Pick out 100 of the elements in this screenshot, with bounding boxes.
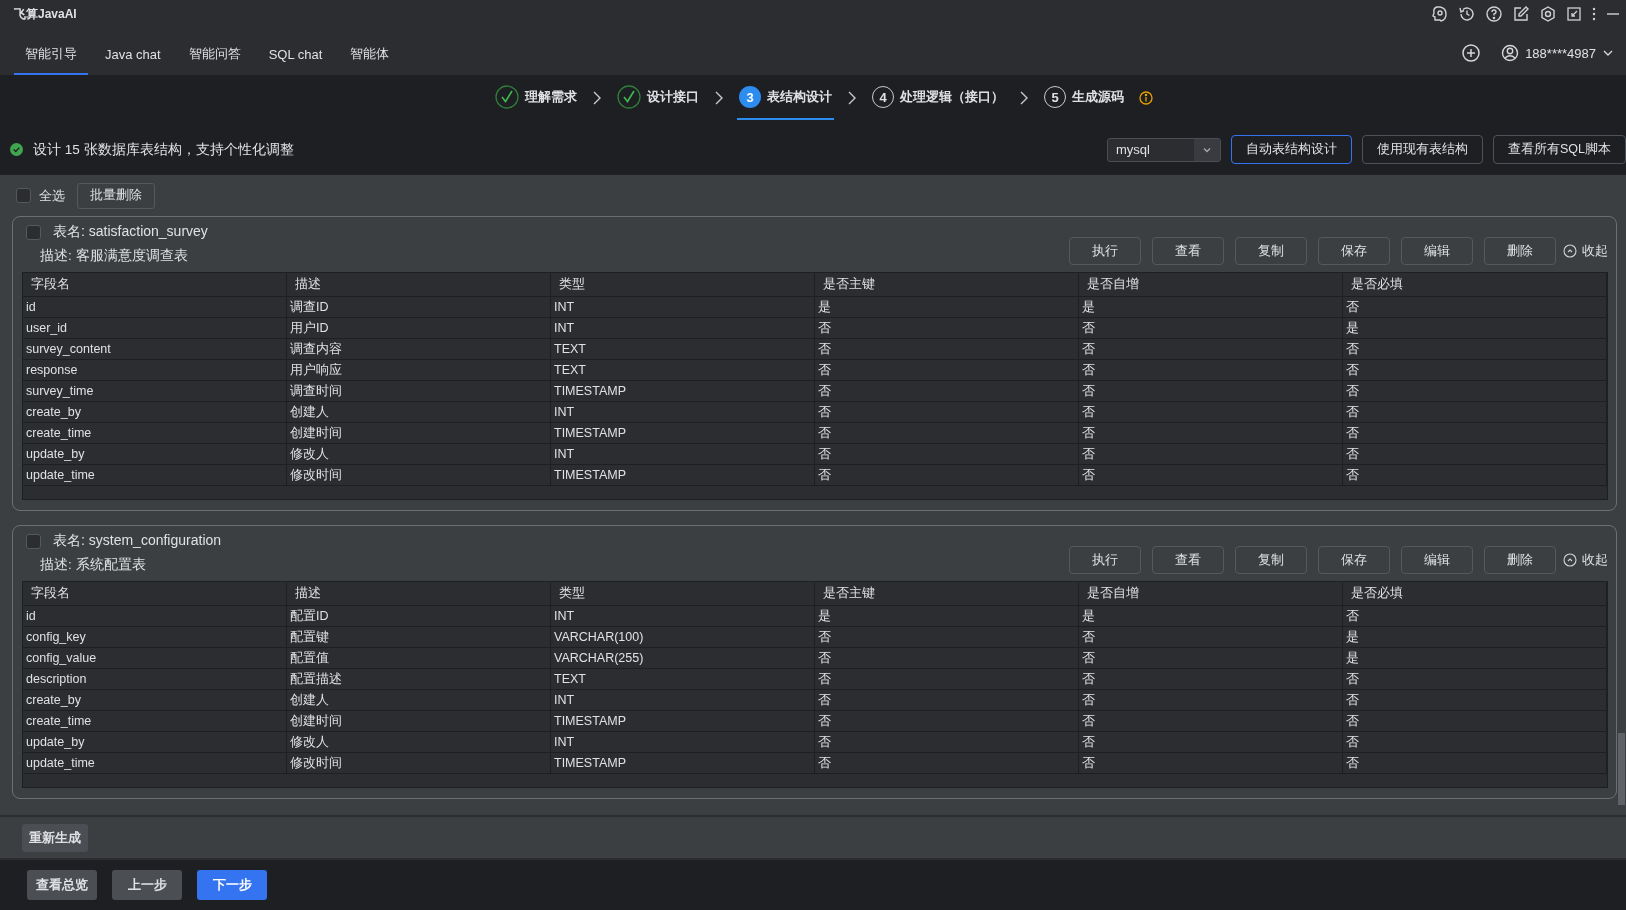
footer-button[interactable]: 上一步 <box>112 870 182 900</box>
batch-delete-button[interactable]: 批量删除 <box>77 182 155 209</box>
action-button[interactable]: 执行 <box>1069 546 1141 574</box>
action-button[interactable]: 复制 <box>1235 237 1307 265</box>
checkbox[interactable] <box>26 224 41 240</box>
table-cell: INT <box>551 297 815 317</box>
table-cell: TEXT <box>551 360 815 380</box>
table-cell: 否 <box>1079 318 1343 338</box>
history-icon[interactable] <box>1458 5 1476 23</box>
table-cell: config_key <box>23 627 287 647</box>
action-button[interactable]: 执行 <box>1069 237 1141 265</box>
action-button[interactable]: 自动表结构设计 <box>1231 135 1352 164</box>
column-header: 描述 <box>287 582 551 605</box>
table-cell: 配置值 <box>287 648 551 668</box>
add-icon[interactable] <box>1461 43 1482 63</box>
footer-button[interactable]: 查看总览 <box>27 870 97 900</box>
table-cell: 否 <box>1343 606 1607 626</box>
table-cell: 否 <box>1079 648 1343 668</box>
chevron-right-icon <box>847 90 857 106</box>
nav-tab[interactable]: 智能体 <box>339 45 401 75</box>
action-button[interactable]: 编辑 <box>1401 546 1473 574</box>
column-header: 类型 <box>551 582 815 605</box>
table-cell: 调查时间 <box>287 381 551 401</box>
table-cell: 否 <box>1343 732 1607 752</box>
table-cell: TIMESTAMP <box>551 711 815 731</box>
table-cell: 否 <box>815 648 1079 668</box>
table-cell: 否 <box>1079 339 1343 359</box>
table-cell: 否 <box>1343 690 1607 710</box>
table-cell: 否 <box>815 444 1079 464</box>
table-cell: 否 <box>1079 711 1343 731</box>
collapse-link[interactable]: 收起 <box>1563 242 1608 260</box>
table-cell: 否 <box>1079 423 1343 443</box>
help-icon[interactable] <box>1485 5 1503 23</box>
table-cell: update_time <box>23 753 287 773</box>
footer-button[interactable]: 下一步 <box>197 870 267 900</box>
step-tab[interactable]: 设计接口 <box>615 76 701 120</box>
settings-icon[interactable] <box>1539 5 1557 23</box>
table-cell: 用户响应 <box>287 360 551 380</box>
step-tab[interactable]: 3 表结构设计 <box>737 76 834 120</box>
table-cell: TIMESTAMP <box>551 423 815 443</box>
action-button[interactable]: 保存 <box>1318 546 1390 574</box>
action-button[interactable]: 查看 <box>1152 546 1224 574</box>
table-cell: 是 <box>815 606 1079 626</box>
table-cell: config_value <box>23 648 287 668</box>
table-cell: 创建人 <box>287 402 551 422</box>
select-all-label[interactable]: 全选 <box>39 186 65 205</box>
table-cell: INT <box>551 318 815 338</box>
checkbox[interactable] <box>26 533 41 549</box>
action-button[interactable]: 查看所有SQL脚本 <box>1493 135 1626 164</box>
table-cell: 修改人 <box>287 444 551 464</box>
table-cell: 否 <box>815 753 1079 773</box>
check-circle-icon <box>495 85 519 109</box>
table-cell: INT <box>551 444 815 464</box>
table-cell: 是 <box>1343 627 1607 647</box>
action-button[interactable]: 使用现有表结构 <box>1362 135 1483 164</box>
table-cell: 否 <box>815 381 1079 401</box>
action-button[interactable]: 删除 <box>1484 237 1556 265</box>
action-button[interactable]: 编辑 <box>1401 237 1473 265</box>
nav-tab[interactable]: Java chat <box>94 45 172 75</box>
nav-tab[interactable]: SQL chat <box>257 45 334 75</box>
column-header: 是否主键 <box>815 273 1079 296</box>
table-cell: 创建人 <box>287 690 551 710</box>
table-cell: create_by <box>23 690 287 710</box>
table-cell: 否 <box>815 690 1079 710</box>
checkbox[interactable] <box>16 188 31 203</box>
table-cell: 用户ID <box>287 318 551 338</box>
scrollbar[interactable] <box>1618 733 1625 805</box>
table-description: 描述: 系统配置表 <box>39 556 147 574</box>
action-button[interactable]: 查看 <box>1152 237 1224 265</box>
table-cell: 否 <box>1343 669 1607 689</box>
column-header: 是否主键 <box>815 582 1079 605</box>
database-select[interactable]: mysql <box>1107 137 1221 162</box>
table-cell: 配置描述 <box>287 669 551 689</box>
table-cell: INT <box>551 402 815 422</box>
table-cell: 调查ID <box>287 297 551 317</box>
action-button[interactable]: 保存 <box>1318 237 1390 265</box>
account-button[interactable]: 188****4987 <box>1501 44 1614 62</box>
column-header: 字段名 <box>23 582 287 605</box>
table-cell: 否 <box>815 711 1079 731</box>
table-cell: 否 <box>815 318 1079 338</box>
action-button[interactable]: 复制 <box>1235 546 1307 574</box>
check-circle-icon <box>617 85 641 109</box>
step-tab[interactable]: 理解需求 <box>493 76 579 120</box>
table-cell: 否 <box>1343 381 1607 401</box>
step-tab[interactable]: 5 生成源码 <box>1042 76 1126 120</box>
collapse-window-icon[interactable] <box>1566 6 1582 22</box>
table-cell: VARCHAR(100) <box>551 627 815 647</box>
regenerate-button[interactable]: 重新生成 <box>22 823 88 852</box>
step-tab[interactable]: 4 处理逻辑（接口） <box>870 76 1006 120</box>
table-cell: 否 <box>1343 753 1607 773</box>
table-cell: 否 <box>1343 297 1607 317</box>
collapse-link[interactable]: 收起 <box>1563 551 1608 569</box>
table-cell: 是 <box>1079 606 1343 626</box>
edit-icon[interactable] <box>1512 5 1530 23</box>
table-cell: 否 <box>1079 402 1343 422</box>
nav-tab[interactable]: 智能问答 <box>177 45 252 75</box>
action-button[interactable]: 删除 <box>1484 546 1556 574</box>
column-header: 是否自增 <box>1079 582 1343 605</box>
info-icon[interactable] <box>1139 91 1153 105</box>
more-icon[interactable] <box>1591 6 1597 22</box>
